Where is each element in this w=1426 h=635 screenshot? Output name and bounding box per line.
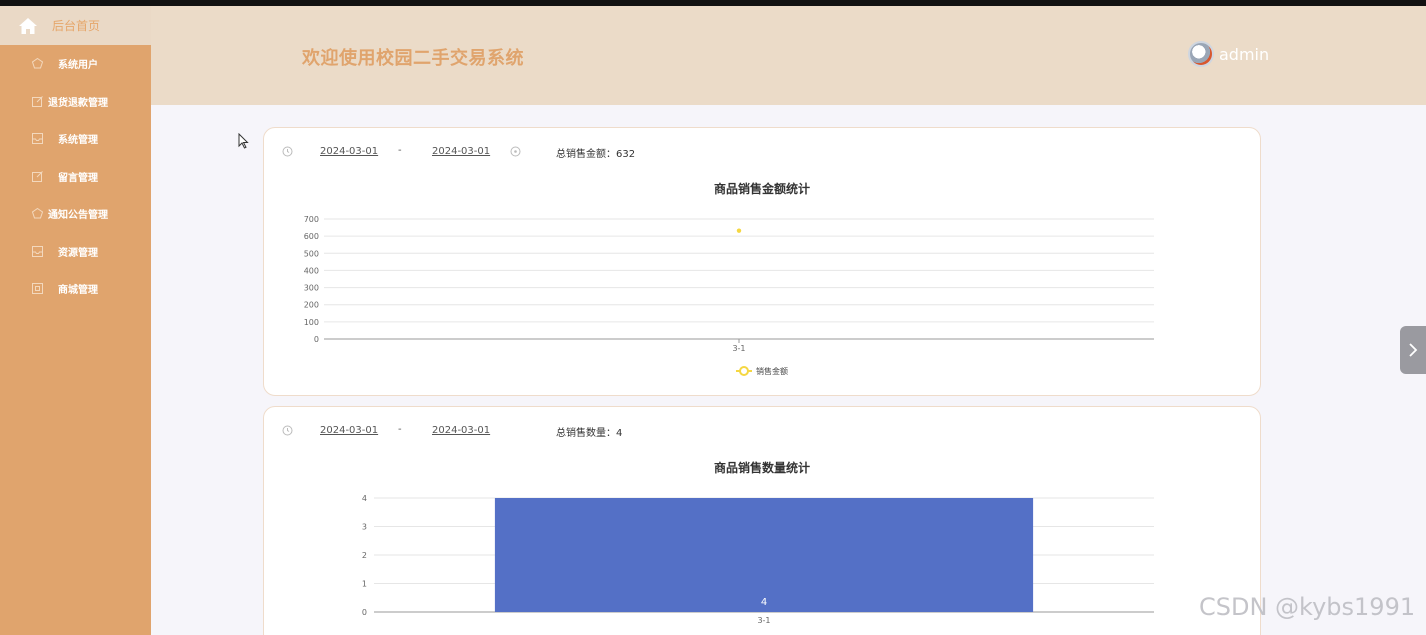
sidebar-item-home[interactable]: 后台首页 [0,6,151,45]
square-icon [32,283,43,295]
y-tick-label: 200 [304,301,319,310]
sidebar-item-label: 后台首页 [52,19,101,33]
watermark: CSDN @kybs1991 [1199,593,1416,621]
y-tick-label: 4 [362,494,367,503]
y-tick-label: 600 [304,232,319,241]
x-tick-label: 3-1 [757,616,770,625]
mouse-cursor-icon [238,133,249,149]
legend-label: 销售金额 [756,366,788,376]
y-tick-label: 300 [304,284,319,293]
pentagon-icon [31,208,44,219]
sidebar-item-label: 商城管理 [58,285,98,297]
data-point [736,228,742,233]
sidebar-item-messages[interactable]: 留言管理 [0,158,151,196]
sidebar-item-refund[interactable]: 退货退款管理 [0,83,151,121]
sidebar-item-system-manage[interactable]: 系统管理 [0,120,151,158]
bar-data-label: 4 [761,597,767,608]
sidebar-item-resources[interactable]: 资源管理 [0,233,151,271]
sidebar-item-mall[interactable]: 商城管理 [0,270,151,308]
sidebar-item-label: 系统用户 [58,60,98,72]
sidebar-item-notices[interactable]: 通知公告管理 [0,195,151,233]
expand-panel-button[interactable] [1400,326,1426,374]
y-tick-label: 500 [304,249,319,258]
chevron-right-icon [1409,343,1418,357]
y-tick-label: 1 [362,580,367,589]
y-tick-label: 700 [304,215,319,224]
avatar [1188,41,1214,67]
username: admin [1219,44,1270,64]
y-tick-label: 0 [314,335,319,344]
header: 欢迎使用校园二手交易系统 admin [151,6,1426,105]
y-tick-label: 3 [362,523,367,532]
inbox-icon [32,245,43,257]
home-icon [19,17,37,34]
sidebar-item-label: 系统管理 [58,135,98,147]
sidebar-item-label: 通知公告管理 [48,210,108,222]
sales-quantity-chart: 0 1 2 3 4 3-1 4 [362,494,1154,625]
bar [494,498,1034,612]
edit-icon [32,170,43,182]
x-tick-label: 3-1 [732,344,745,353]
sidebar-item-label: 资源管理 [58,247,98,259]
sidebar-item-system-users[interactable]: 系统用户 [0,45,151,83]
sales-amount-card: 2024-03-01 - 2024-03-01 总销售金额：632 商品销售金额… [263,127,1261,396]
y-tick-label: 0 [362,608,367,617]
y-tick-label: 400 [304,266,319,275]
edit-icon [32,95,43,107]
sidebar-item-label: 留言管理 [58,172,98,184]
user-menu[interactable]: admin [1188,41,1269,67]
y-tick-label: 100 [304,318,319,327]
page-title: 欢迎使用校园二手交易系统 [302,48,524,69]
sales-quantity-card: 2024-03-01 - 2024-03-01 总销售数量：4 商品销售数量统计… [263,406,1261,635]
legend-marker [739,366,749,376]
y-tick-label: 2 [362,551,367,560]
sales-amount-chart: 0 100 200 300 400 500 600 700 3-1 销售金额 [304,215,1154,376]
pentagon-icon [31,58,44,69]
sidebar-item-label: 退货退款管理 [48,97,108,109]
inbox-icon [32,133,43,145]
sidebar: 后台首页 系统用户 退货退款管理 系统管理 留言管理 通知公告管理 资源管理 商… [0,6,151,635]
